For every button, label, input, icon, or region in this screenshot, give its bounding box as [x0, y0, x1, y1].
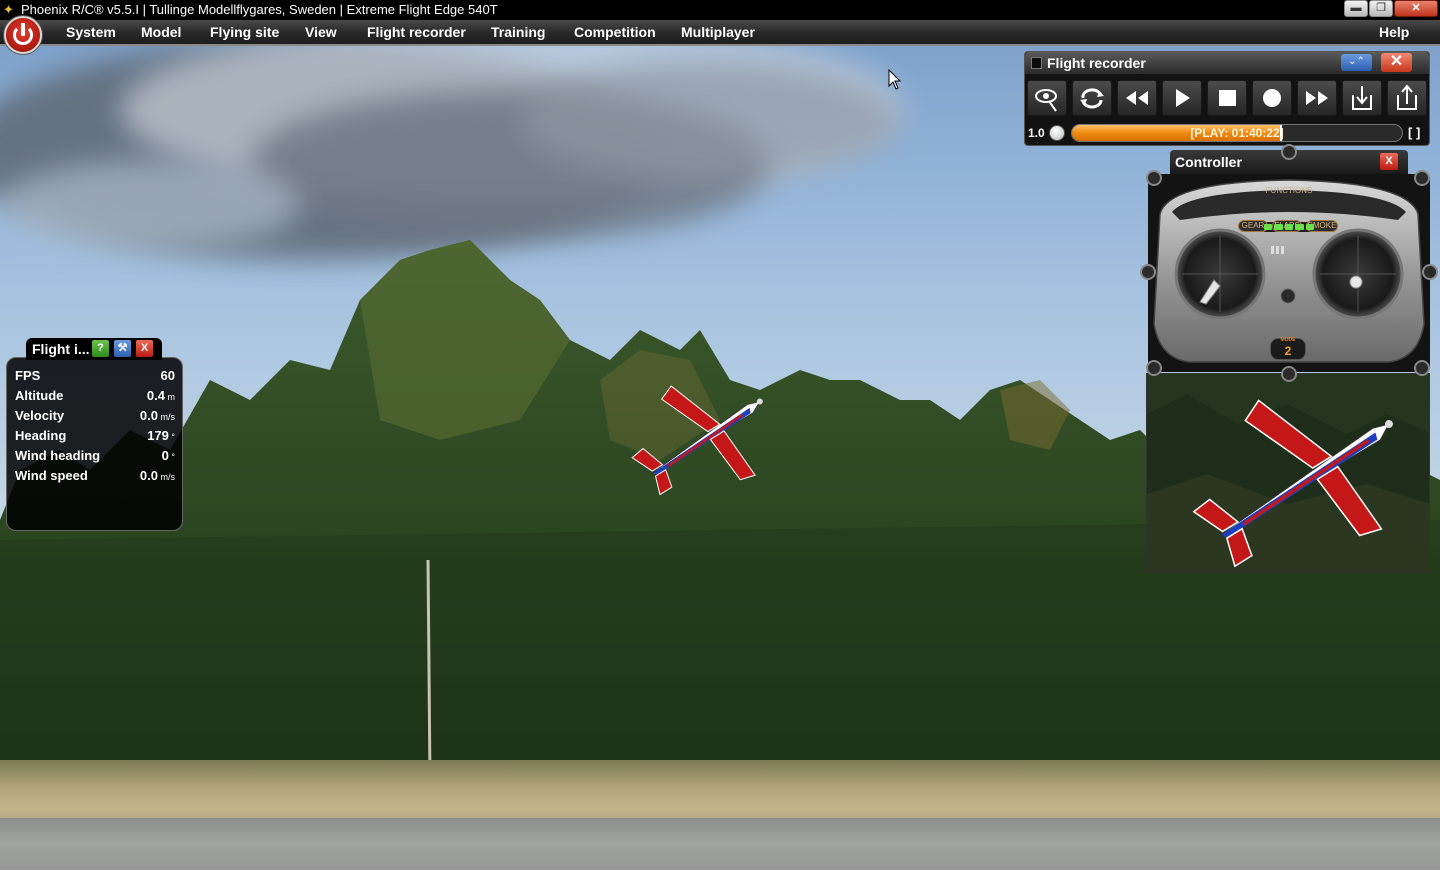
play-icon[interactable] — [1162, 80, 1202, 116]
close-flight-info-button[interactable]: X — [136, 340, 153, 357]
menu-flight-recorder[interactable]: Flight recorder — [367, 20, 466, 44]
playback-progress-bar[interactable]: [PLAY: 01:40:22] — [1071, 124, 1403, 142]
functions-label: FUNCTIONS — [1265, 186, 1313, 195]
close-window-button[interactable]: ✕ — [1394, 0, 1438, 17]
menu-model[interactable]: Model — [141, 20, 181, 44]
model-camera-view — [1146, 373, 1430, 573]
fps-value: 60 — [160, 368, 175, 383]
wind-speed-row: Wind speed 0.0 m/s — [15, 466, 175, 486]
mode-indicator: MODE 2 — [1270, 337, 1306, 360]
airplane-model — [631, 385, 763, 496]
playback-speed: 1.0 — [1028, 126, 1045, 140]
flight-info-header[interactable]: Flight i... ? ⚒ X — [26, 338, 162, 360]
flight-info-panel: FPS 60 Altitude 0.4 m Velocity 0.0 m/s H… — [6, 357, 183, 531]
wind-speed-label: Wind speed — [15, 468, 88, 483]
velocity-row: Velocity 0.0 m/s — [15, 406, 175, 426]
wind-heading-unit: ° — [168, 452, 175, 462]
fps-row: FPS 60 — [15, 366, 175, 386]
altitude-value: 0.4 — [146, 388, 165, 403]
resize-handle[interactable] — [1146, 170, 1162, 186]
playback-position-marker[interactable] — [1280, 125, 1282, 141]
altitude-label: Altitude — [15, 388, 64, 403]
mode-value: 2 — [1284, 344, 1292, 358]
wind-heading-value: 0 — [161, 448, 169, 463]
rewind-icon[interactable] — [1117, 80, 1157, 116]
mouse-cursor-icon — [888, 69, 902, 90]
playback-status: [PLAY: 01:40:22] — [1190, 126, 1284, 140]
menu-flying-site[interactable]: Flying site — [210, 20, 279, 44]
fast-forward-icon[interactable] — [1297, 80, 1337, 116]
wind-heading-row: Wind heading 0 ° — [15, 446, 175, 466]
stop-icon[interactable] — [1207, 80, 1247, 116]
wind-heading-label: Wind heading — [15, 448, 101, 463]
resize-handle[interactable] — [1140, 264, 1156, 280]
mode-label: MODE — [1280, 337, 1296, 343]
flight-recorder-title: Flight recorder — [1047, 55, 1146, 71]
load-icon[interactable] — [1342, 80, 1382, 116]
save-icon[interactable] — [1387, 80, 1427, 116]
resize-handle[interactable] — [1422, 264, 1438, 280]
battery-indicator — [1264, 224, 1315, 230]
power-icon[interactable] — [4, 16, 42, 54]
close-controller-button[interactable]: X — [1380, 153, 1398, 170]
minimize-button[interactable]: ▬ — [1344, 0, 1368, 17]
heading-unit: ° — [168, 432, 175, 442]
velocity-value: 0.0 — [139, 408, 158, 423]
menu-competition[interactable]: Competition — [574, 20, 656, 44]
help-button[interactable]: ? — [92, 340, 109, 357]
loop-icon[interactable] — [1072, 80, 1112, 116]
speed-knob[interactable] — [1049, 125, 1065, 141]
resize-handle[interactable] — [1414, 360, 1430, 376]
close-icon[interactable]: ✕ — [1381, 53, 1412, 72]
view-icon[interactable] — [1027, 80, 1067, 116]
wind-speed-value: 0.0 — [139, 468, 158, 483]
resize-handle[interactable] — [1281, 144, 1297, 160]
menu-system[interactable]: System — [66, 20, 116, 44]
wrench-icon[interactable]: ⚒ — [114, 340, 131, 357]
phoenix-icon: ✦ — [3, 2, 14, 17]
controller-panel: Controller X FUNCTIONS GEAR SMOKE MODE 2 — [1140, 144, 1438, 382]
preview-scene — [1147, 374, 1429, 572]
maximize-button[interactable]: ❐ — [1369, 0, 1393, 17]
resize-handle[interactable] — [1414, 170, 1430, 186]
menu-help[interactable]: Help — [1379, 20, 1409, 44]
flight-recorder-header[interactable]: Flight recorder ⌄⌃ ✕ — [1025, 52, 1429, 74]
menu-bar: System Model Flying site View Flight rec… — [0, 16, 1440, 54]
altitude-unit: m — [165, 392, 176, 402]
record-icon[interactable] — [1252, 80, 1292, 116]
resize-handle[interactable] — [1281, 366, 1297, 382]
fullscreen-toggle[interactable]: [ ] — [1408, 125, 1420, 140]
velocity-label: Velocity — [15, 408, 65, 423]
velocity-unit: m/s — [158, 412, 176, 422]
wind-speed-unit: m/s — [158, 472, 176, 482]
fps-label: FPS — [15, 368, 41, 383]
heading-label: Heading — [15, 428, 67, 443]
resize-handle[interactable] — [1146, 360, 1162, 376]
menu-training[interactable]: Training — [491, 20, 545, 44]
title-bar: ✦ Phoenix R/C® v5.5.I | Tullinge Modellf… — [0, 0, 1440, 20]
menu-view[interactable]: View — [305, 20, 337, 44]
window-title: Phoenix R/C® v5.5.I | Tullinge Modellfly… — [21, 2, 498, 17]
transmitter-graphic: FUNCTIONS GEAR FLAPS SMOKE MODE 2 — [1148, 174, 1430, 372]
panel-icon — [1031, 57, 1042, 69]
heading-value: 179 — [147, 428, 169, 443]
runway — [0, 818, 1440, 870]
double-chevron-down-icon[interactable]: ⌄⌃ — [1341, 54, 1372, 71]
altitude-row: Altitude 0.4 m — [15, 386, 175, 406]
flight-recorder-panel: Flight recorder ⌄⌃ ✕ 1.0 [PLAY: 01:40:22… — [1024, 51, 1430, 146]
controller-title: Controller — [1175, 154, 1242, 170]
menu-multiplayer[interactable]: Multiplayer — [681, 20, 755, 44]
flight-info-title: Flight i... — [32, 341, 90, 357]
heading-row: Heading 179 ° — [15, 426, 175, 446]
